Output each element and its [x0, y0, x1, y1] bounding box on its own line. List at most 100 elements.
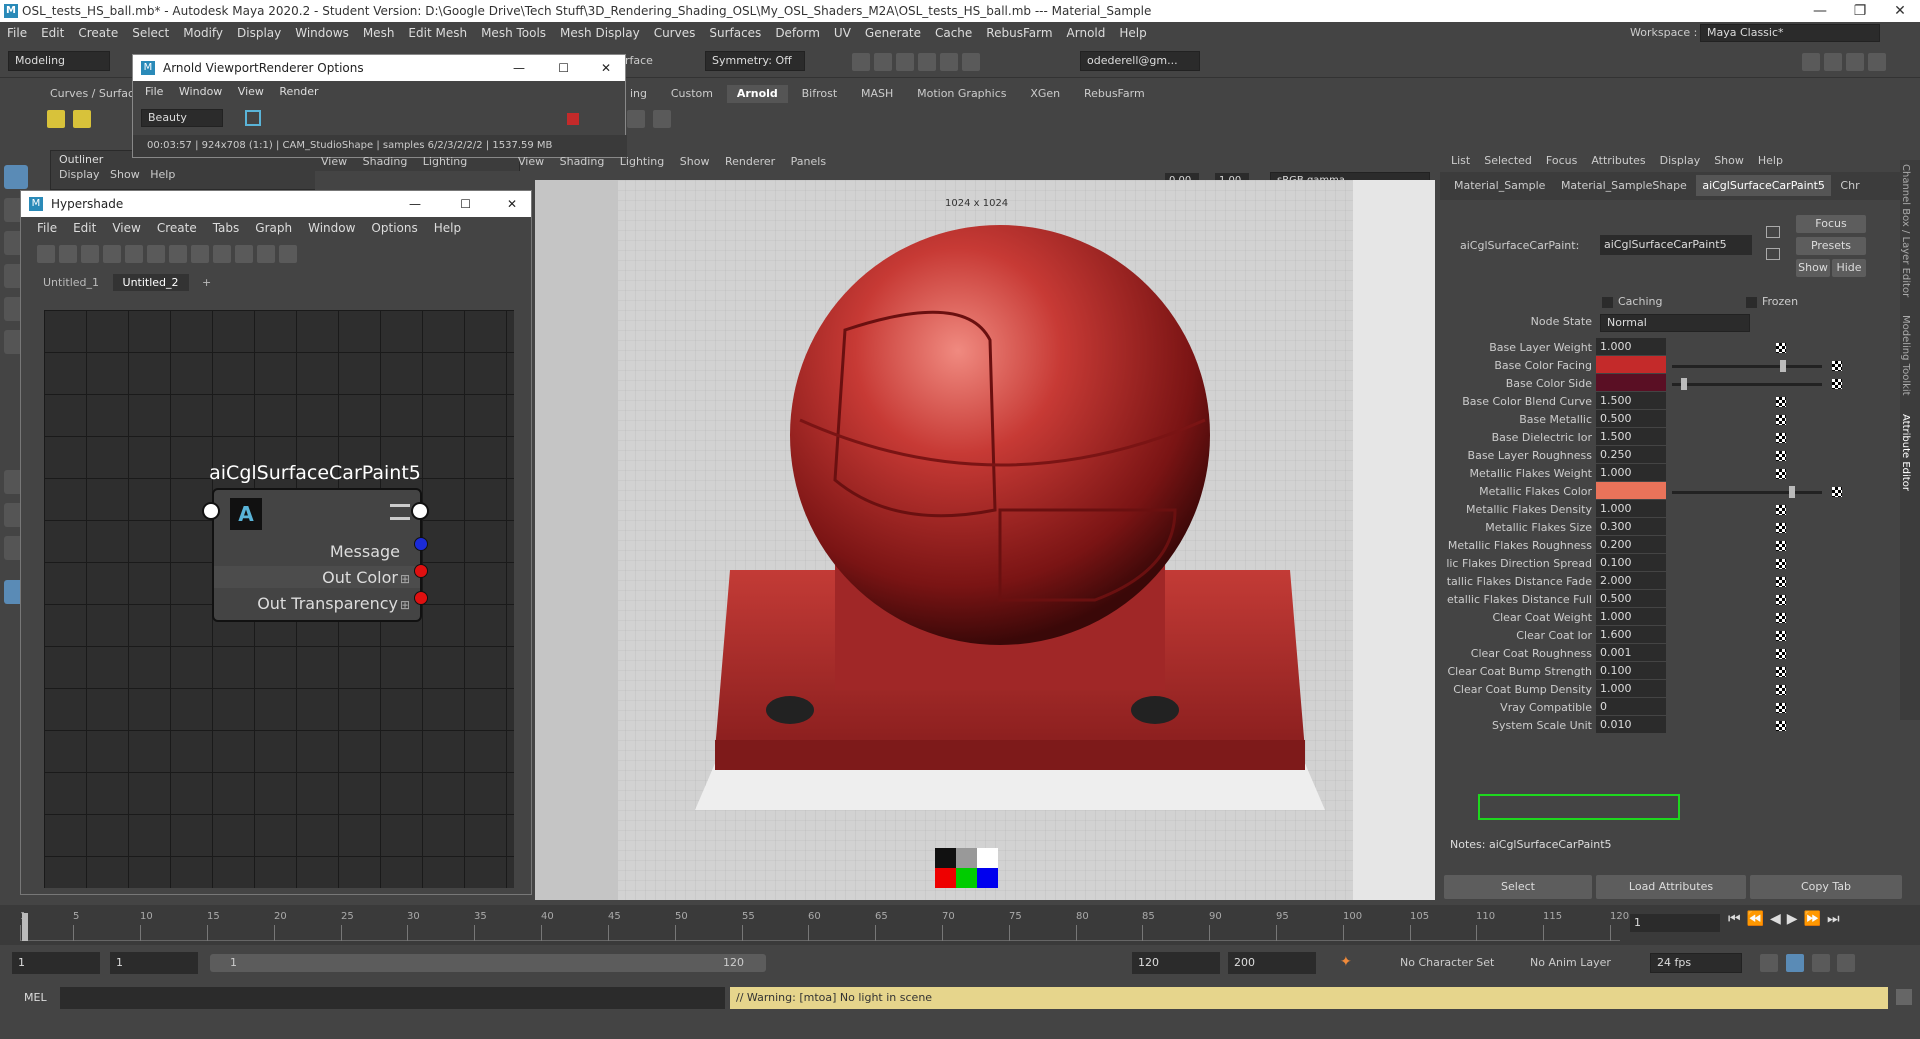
graph-io-icon[interactable]	[103, 245, 121, 263]
character-set-select[interactable]: No Character Set	[1400, 956, 1494, 969]
hypershade-menu-options[interactable]: Options	[363, 217, 425, 239]
range-end-field[interactable]: 120	[1132, 952, 1220, 974]
map-button-icon[interactable]	[1776, 415, 1786, 425]
node-input-port[interactable]	[202, 502, 220, 520]
attr-value-field[interactable]: 0	[1596, 698, 1666, 715]
menu-curves[interactable]: Curves	[647, 22, 703, 44]
tab-untitled-2[interactable]: Untitled_2	[112, 274, 189, 291]
close-icon[interactable]: ✕	[1880, 0, 1920, 22]
aov-select[interactable]: Beauty	[141, 109, 223, 127]
play-render-icon[interactable]	[652, 110, 671, 128]
end-frame-field[interactable]: 200	[1228, 952, 1316, 974]
ae-menu-display[interactable]: Display	[1653, 154, 1708, 167]
map-button-icon[interactable]	[1776, 685, 1786, 695]
channel-box-icon[interactable]	[1868, 53, 1886, 71]
minimize-icon[interactable]: —	[409, 191, 421, 217]
shelf-tab-rebusfarm[interactable]: RebusFarm	[1074, 85, 1155, 103]
time-slider[interactable]: 1510152025303540455055606570758085909510…	[0, 905, 1920, 945]
ae-tab-material-sample[interactable]: Material_Sample	[1448, 175, 1551, 196]
arnold-render-icon[interactable]	[940, 53, 958, 71]
map-button-icon[interactable]	[1776, 559, 1786, 569]
map-button-icon[interactable]	[1776, 703, 1786, 713]
render-settings-icon[interactable]	[896, 53, 914, 71]
ae-tab-material-sampleshape[interactable]: Material_SampleShape	[1555, 175, 1693, 196]
arnold-menu-window[interactable]: Window	[173, 85, 228, 98]
attr-value-field[interactable]: 1.500	[1596, 428, 1666, 445]
menu-edit[interactable]: Edit	[34, 22, 71, 44]
hypershade-menu-window[interactable]: Window	[300, 217, 363, 239]
node-output-port[interactable]	[411, 502, 429, 520]
render-icon[interactable]	[852, 53, 870, 71]
ae-menu-help[interactable]: Help	[1751, 154, 1790, 167]
frozen-checkbox[interactable]	[1746, 297, 1757, 308]
menu-deform[interactable]: Deform	[768, 22, 827, 44]
attr-value-field[interactable]: 1.500	[1596, 392, 1666, 409]
viewport-menu-shading[interactable]: Shading	[554, 155, 611, 168]
ae-menu-attributes[interactable]: Attributes	[1584, 154, 1652, 167]
modeling-toolkit-icon[interactable]	[1802, 53, 1820, 71]
sound-icon[interactable]	[1811, 954, 1830, 972]
frame-all-icon[interactable]	[125, 245, 143, 263]
attr-color-slider[interactable]	[1672, 365, 1822, 368]
attr-color-swatch[interactable]	[1596, 482, 1666, 499]
attr-value-field[interactable]: 0.100	[1596, 662, 1666, 679]
side-tab-attribute-editor[interactable]: Attribute Editor	[1900, 396, 1911, 491]
minimize-icon[interactable]: —	[1800, 0, 1840, 22]
map-button-icon[interactable]	[1776, 397, 1786, 407]
map-button-icon[interactable]	[1776, 667, 1786, 677]
minimize-icon[interactable]: —	[513, 55, 525, 81]
tab-untitled-1[interactable]: Untitled_1	[33, 274, 109, 291]
menu-generate[interactable]: Generate	[858, 22, 928, 44]
layout-icon[interactable]	[147, 245, 165, 263]
fps-select[interactable]: 24 fps	[1650, 953, 1742, 973]
caching-checkbox[interactable]	[1602, 297, 1613, 308]
workspace-select[interactable]: Maya Classic*	[1700, 24, 1880, 42]
menu-windows[interactable]: Windows	[288, 22, 356, 44]
range-start-field[interactable]: 1	[110, 952, 198, 974]
attr-color-swatch[interactable]	[1596, 356, 1666, 373]
map-button-icon[interactable]	[1776, 505, 1786, 515]
crop-region-icon[interactable]	[245, 110, 261, 126]
full-view-icon[interactable]	[213, 245, 231, 263]
menu-mesh-display[interactable]: Mesh Display	[553, 22, 647, 44]
connected-view-icon[interactable]	[191, 245, 209, 263]
ipr-icon[interactable]	[874, 53, 892, 71]
graph-input-icon[interactable]	[59, 245, 77, 263]
message-port[interactable]	[414, 537, 428, 551]
maximize-icon[interactable]: ☐	[558, 55, 569, 81]
node-state-select[interactable]: Normal	[1600, 314, 1750, 332]
area-light-icon[interactable]	[72, 110, 91, 128]
hypershade-menu-view[interactable]: View	[104, 217, 148, 239]
tab-add[interactable]: +	[192, 274, 221, 291]
menu-uv[interactable]: UV	[827, 22, 858, 44]
outliner-menu-help[interactable]: Help	[150, 168, 175, 181]
simple-view-icon[interactable]	[169, 245, 187, 263]
attr-value-field[interactable]: 0.200	[1596, 536, 1666, 553]
graph-output-icon[interactable]	[81, 245, 99, 263]
left-panel-menu-view[interactable]: View	[315, 155, 353, 168]
surface-menu[interactable]: rface	[625, 54, 653, 67]
menu-mesh[interactable]: Mesh	[356, 22, 402, 44]
shelf-tab-xgen[interactable]: XGen	[1020, 85, 1070, 103]
attr-value-field[interactable]: 1.000	[1596, 680, 1666, 697]
map-button-icon[interactable]	[1776, 343, 1786, 353]
user-account[interactable]: odederell@gm...	[1080, 51, 1200, 71]
shelf-tab-bifrost[interactable]: Bifrost	[792, 85, 848, 103]
menu-arnold[interactable]: Arnold	[1060, 22, 1113, 44]
light-icon[interactable]	[47, 110, 65, 128]
eye-icon[interactable]	[627, 110, 645, 128]
tool-settings-icon[interactable]	[1846, 53, 1864, 71]
symmetry-select[interactable]: Symmetry: Off	[705, 51, 805, 71]
maximize-icon[interactable]: ❐	[1840, 0, 1880, 22]
script-editor-icon[interactable]	[1896, 989, 1912, 1005]
menu-select[interactable]: Select	[125, 22, 176, 44]
ae-tab-chr[interactable]: Chr	[1834, 175, 1865, 196]
key-icon[interactable]: ✦	[1340, 954, 1352, 970]
map-button-icon[interactable]	[1776, 649, 1786, 659]
map-button-icon[interactable]	[1776, 541, 1786, 551]
attr-value-field[interactable]: 0.100	[1596, 554, 1666, 571]
map-button-icon[interactable]	[1776, 631, 1786, 641]
map-button-icon[interactable]	[1776, 577, 1786, 587]
hide-button[interactable]: Hide	[1832, 259, 1866, 277]
out-color-port[interactable]	[414, 564, 428, 578]
